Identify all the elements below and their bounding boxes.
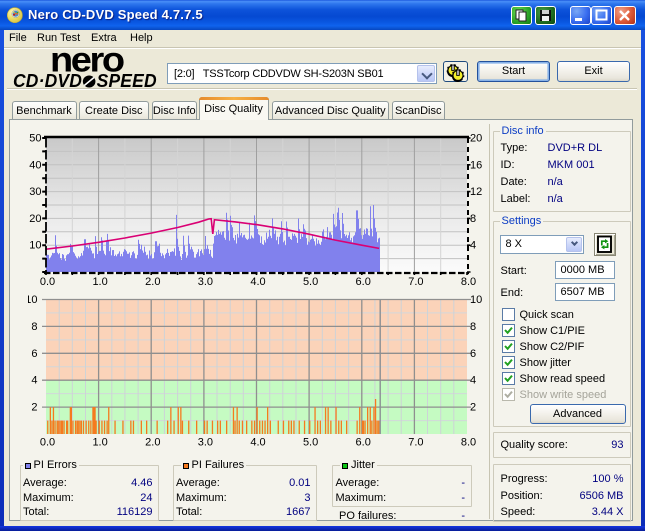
svg-text:20: 20 (29, 213, 41, 225)
svg-text:6.0: 6.0 (356, 437, 371, 449)
svg-text:7.0: 7.0 (408, 276, 423, 288)
svg-text:12: 12 (470, 186, 482, 198)
svg-text:16: 16 (470, 159, 482, 171)
svg-text:4.0: 4.0 (250, 276, 265, 288)
svg-text:10: 10 (470, 294, 482, 306)
svg-text:4: 4 (31, 375, 37, 387)
svg-text:1.0: 1.0 (92, 276, 107, 288)
svg-text:6: 6 (470, 348, 476, 360)
svg-text:4.0: 4.0 (250, 437, 265, 449)
svg-text:4: 4 (470, 375, 476, 387)
svg-text:7.0: 7.0 (408, 437, 423, 449)
svg-text:0.0: 0.0 (40, 437, 55, 449)
svg-text:1.0: 1.0 (92, 437, 107, 449)
svg-text:8.0: 8.0 (461, 276, 476, 288)
svg-text:3.0: 3.0 (198, 437, 213, 449)
svg-text:50: 50 (29, 133, 41, 145)
svg-text:5.0: 5.0 (303, 437, 318, 449)
svg-text:10: 10 (28, 294, 38, 306)
svg-text:5.0: 5.0 (303, 276, 318, 288)
svg-text:4: 4 (470, 240, 476, 252)
svg-text:6: 6 (31, 348, 37, 360)
svg-text:8.0: 8.0 (461, 437, 476, 449)
svg-text:6.0: 6.0 (356, 276, 371, 288)
svg-text:10: 10 (29, 240, 41, 252)
svg-text:20: 20 (470, 133, 482, 145)
svg-text:2.0: 2.0 (145, 276, 160, 288)
svg-text:40: 40 (29, 159, 41, 171)
svg-text:0.0: 0.0 (40, 276, 55, 288)
svg-text:8: 8 (31, 321, 37, 333)
svg-text:3.0: 3.0 (198, 276, 213, 288)
svg-text:2: 2 (31, 402, 37, 414)
svg-text:8: 8 (470, 321, 476, 333)
svg-text:30: 30 (29, 186, 41, 198)
svg-text:2.0: 2.0 (145, 437, 160, 449)
svg-text:8: 8 (470, 213, 476, 225)
svg-text:2: 2 (470, 402, 476, 414)
